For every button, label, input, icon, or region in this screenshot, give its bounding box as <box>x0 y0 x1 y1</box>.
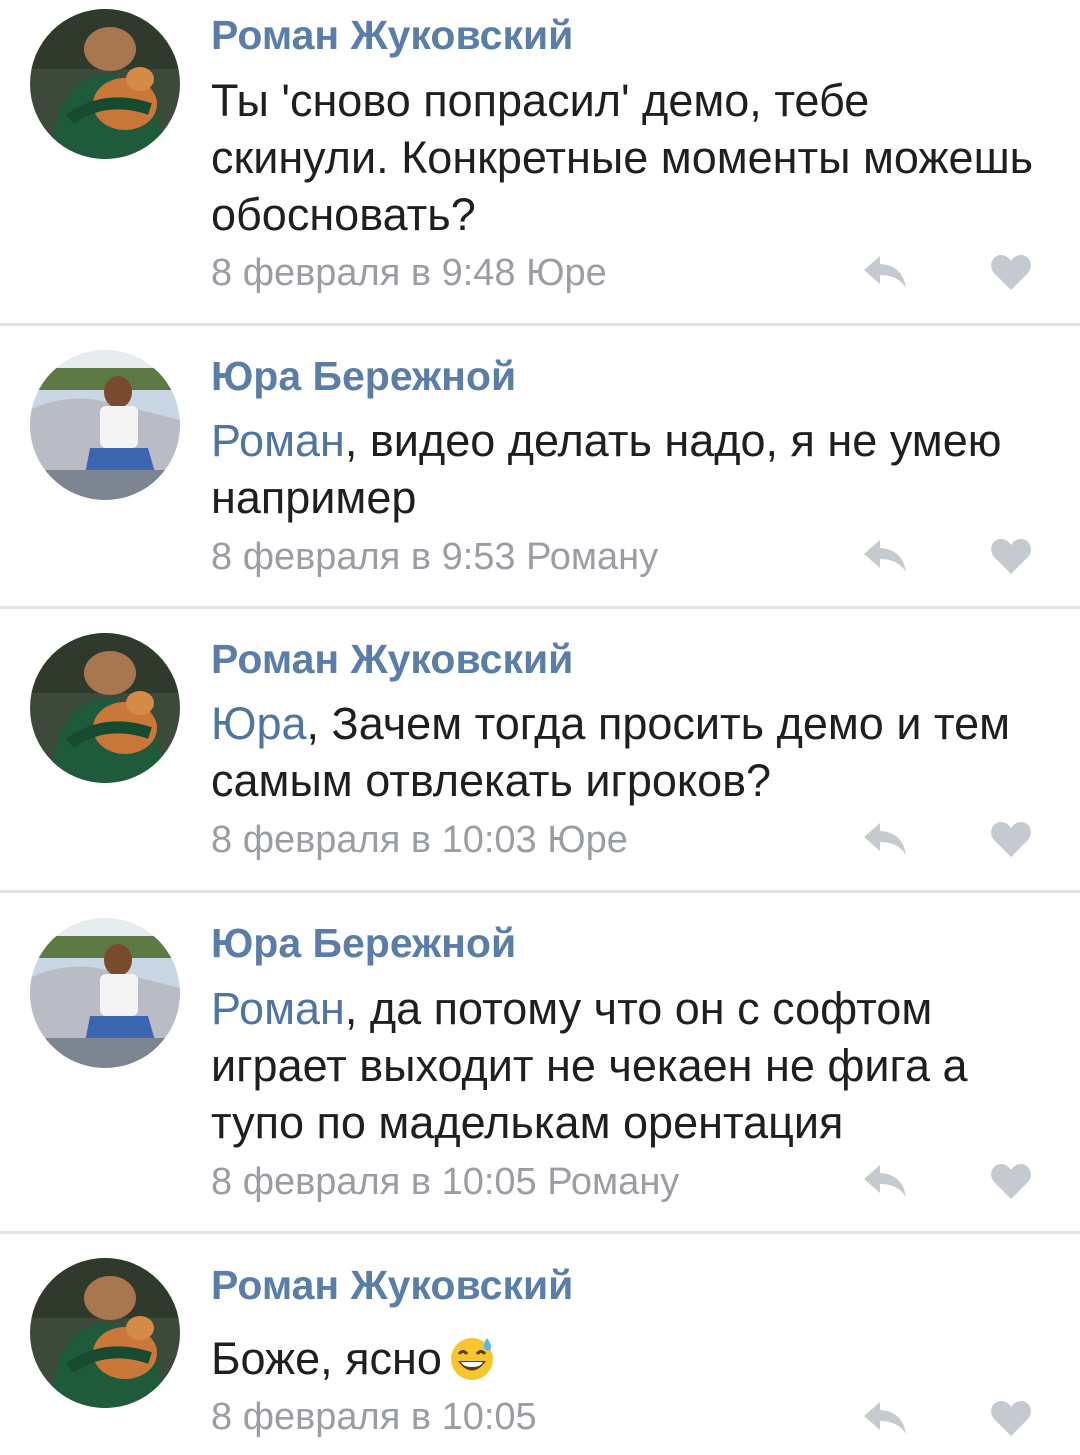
avatar[interactable] <box>30 633 180 783</box>
author-name[interactable]: Роман Жуковский <box>211 15 573 56</box>
comment-body: , Зачем тогда просить демо и тем самым о… <box>211 698 1011 806</box>
like-button[interactable] <box>990 819 1036 859</box>
avatar[interactable] <box>30 1258 180 1408</box>
heart-icon <box>991 1164 1031 1199</box>
avatar[interactable] <box>30 9 180 159</box>
reply-button[interactable] <box>862 536 908 576</box>
reply-button[interactable] <box>862 252 908 292</box>
reply-button[interactable] <box>862 1398 908 1438</box>
avatar[interactable] <box>30 918 180 1068</box>
like-button[interactable] <box>990 1161 1036 1201</box>
reply-button[interactable] <box>862 1161 908 1201</box>
comment-meta: 8 февраля в 9:53 Роману <box>211 536 659 578</box>
comment-text: Боже, ясно <box>211 1330 1041 1387</box>
mention-link[interactable]: Роман <box>211 983 345 1034</box>
reply-icon <box>864 540 906 572</box>
comment-item: Роман Жуковский Юра, Зачем тогда просить… <box>0 609 1080 890</box>
heart-icon <box>991 822 1031 857</box>
comment-body: Ты 'сново попрасил' демо, тебе скинули. … <box>211 75 1034 240</box>
comment-body: Боже, ясно <box>211 1333 442 1384</box>
comment-text: Ты 'сново попрасил' демо, тебе скинули. … <box>211 72 1041 243</box>
avatar[interactable] <box>30 350 180 500</box>
reply-button[interactable] <box>862 819 908 859</box>
like-button[interactable] <box>990 1398 1036 1438</box>
comment-text: Роман, видео делать надо, я не умею напр… <box>211 412 1041 526</box>
author-name[interactable]: Юра Бережной <box>211 356 516 397</box>
reply-icon <box>864 1165 906 1197</box>
comment-text: Юра, Зачем тогда просить демо и тем самы… <box>211 695 1041 809</box>
comment-meta: 8 февраля в 10:05 <box>211 1396 537 1438</box>
like-button[interactable] <box>990 536 1036 576</box>
author-name[interactable]: Роман Жуковский <box>211 1265 573 1306</box>
mention-link[interactable]: Юра <box>211 698 307 749</box>
author-name[interactable]: Юра Бережной <box>211 923 516 964</box>
comment-meta: 8 февраля в 10:05 Роману <box>211 1161 680 1203</box>
comment-meta: 8 февраля в 10:03 Юре <box>211 819 628 861</box>
comment-item: Юра Бережной Роман, да потому что он с с… <box>0 893 1080 1231</box>
heart-icon <box>991 1401 1031 1436</box>
mention-link[interactable]: Роман <box>211 415 345 466</box>
comment-item: Юра Бережной Роман, видео делать надо, я… <box>0 326 1080 606</box>
like-button[interactable] <box>990 252 1036 292</box>
reply-icon <box>864 256 906 288</box>
reply-icon <box>864 823 906 855</box>
comment-meta: 8 февраля в 9:48 Юре <box>211 252 607 294</box>
reply-icon <box>864 1402 906 1434</box>
grinning-sweat-emoji-icon <box>448 1334 496 1382</box>
comment-text: Роман, да потому что он с софтом играет … <box>211 980 1041 1151</box>
comment-item: Роман Жуковский Ты 'сново попрасил' демо… <box>0 0 1080 323</box>
comment-item: Роман Жуковский Боже, ясно 8 февраля в 1… <box>0 1234 1080 1455</box>
heart-icon <box>991 255 1031 290</box>
heart-icon <box>991 539 1031 574</box>
author-name[interactable]: Роман Жуковский <box>211 639 573 680</box>
